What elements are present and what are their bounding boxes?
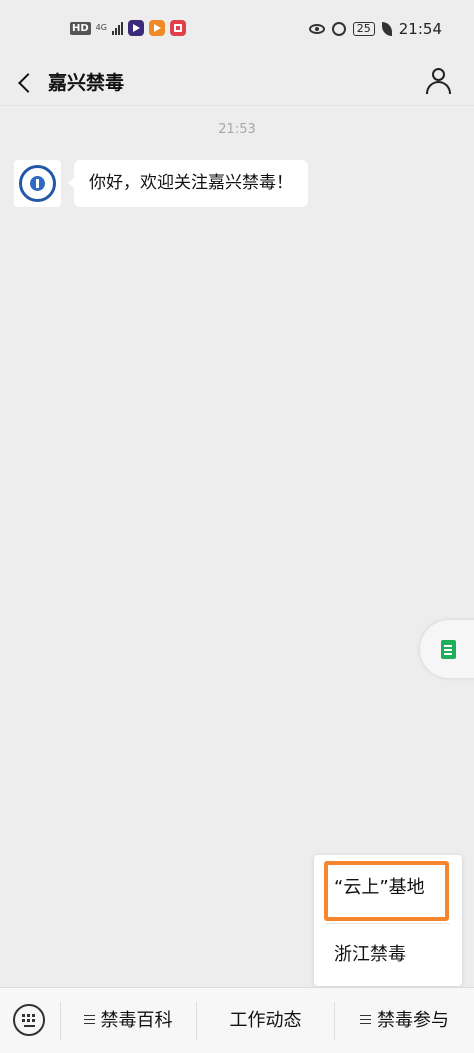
submenu-lines-icon bbox=[360, 1014, 371, 1024]
leaf-icon bbox=[381, 22, 392, 36]
message-bubble[interactable]: 你好，欢迎关注嘉兴禁毒！ bbox=[68, 160, 308, 207]
emblem-center bbox=[30, 176, 45, 191]
menu-button-jindu-canyu[interactable]: 禁毒参与 bbox=[335, 988, 474, 1053]
submenu-popup: “云上”基地 浙江禁毒 bbox=[314, 855, 462, 986]
floating-side-tab[interactable] bbox=[420, 620, 474, 678]
alarm-icon bbox=[331, 22, 346, 36]
menu-label: 禁毒参与 bbox=[377, 1010, 449, 1031]
red-app-icon bbox=[169, 20, 186, 36]
status-bar: HD 4G 25 21:54 bbox=[0, 0, 474, 58]
network-indicator: 4G bbox=[96, 24, 107, 32]
network-label: 4G bbox=[95, 23, 107, 32]
menu-button-gongzuo-dongtai[interactable]: 工作动态 bbox=[197, 988, 334, 1053]
document-icon bbox=[441, 640, 456, 659]
submenu-item-zhejiang-jindu[interactable]: 浙江禁毒 bbox=[314, 925, 462, 985]
header-bar: 嘉兴禁毒 bbox=[0, 58, 474, 106]
video-app-icon bbox=[127, 20, 144, 36]
user-icon-head bbox=[432, 68, 445, 81]
menu-label: 禁毒百科 bbox=[100, 1010, 173, 1031]
submenu-item-yunshang-base[interactable]: “云上”基地 bbox=[314, 858, 462, 918]
user-icon[interactable] bbox=[424, 66, 454, 96]
emblem-logo bbox=[19, 165, 56, 202]
chat-timestamp: 21:53 bbox=[218, 122, 256, 137]
eye-icon bbox=[308, 24, 325, 34]
chevron-left-icon[interactable] bbox=[12, 66, 40, 98]
status-right: 25 21:54 bbox=[308, 20, 442, 38]
user-icon-body bbox=[426, 81, 451, 94]
page-title: 嘉兴禁毒 bbox=[48, 72, 125, 94]
status-left: HD 4G bbox=[70, 20, 186, 36]
submenu-lines-icon bbox=[83, 1014, 95, 1024]
submenu-divider bbox=[326, 923, 450, 924]
signal-icon bbox=[111, 21, 123, 35]
keyboard-icon[interactable] bbox=[13, 1004, 45, 1036]
bottom-menu-bar: 禁毒百科 工作动态 禁毒参与 bbox=[0, 987, 474, 1053]
battery-icon: 25 bbox=[352, 22, 375, 36]
menu-label: 工作动态 bbox=[229, 1010, 302, 1031]
hd-badge: HD bbox=[70, 21, 91, 35]
player-app-icon bbox=[148, 20, 165, 36]
menu-button-jindu-baike[interactable]: 禁毒百科 bbox=[60, 988, 196, 1053]
status-time: 21:54 bbox=[398, 20, 442, 38]
account-avatar[interactable] bbox=[14, 160, 61, 207]
